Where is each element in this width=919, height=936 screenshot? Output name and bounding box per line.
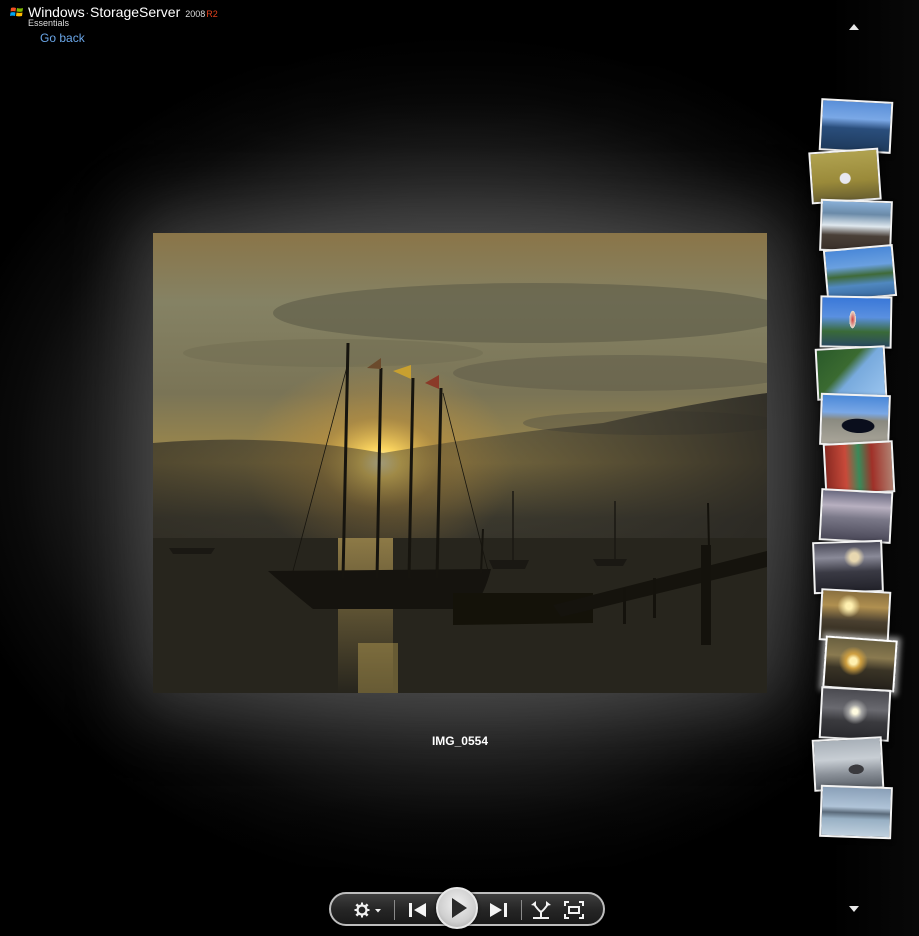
windows-logo-icon	[10, 7, 23, 17]
main-photo-image	[153, 233, 767, 693]
next-button[interactable]	[487, 901, 509, 919]
thumbnail[interactable]	[819, 784, 893, 840]
main-photo	[153, 233, 767, 693]
control-separator	[394, 900, 395, 920]
previous-icon	[409, 903, 426, 917]
settings-gear-icon	[354, 902, 381, 918]
go-back-link[interactable]: Go back	[40, 31, 85, 45]
thumbnail[interactable]	[819, 295, 893, 349]
dropdown-caret-icon	[375, 909, 381, 913]
fullscreen-icon	[564, 901, 584, 919]
photo-caption: IMG_0554	[431, 734, 489, 748]
fullscreen-button[interactable]	[563, 900, 585, 920]
thumbnail[interactable]	[811, 736, 885, 792]
next-icon	[490, 903, 507, 917]
thumbnail-strip	[800, 90, 919, 850]
thumbnail[interactable]	[812, 539, 884, 595]
thumbnail[interactable]	[818, 98, 894, 154]
thumbnail[interactable]	[822, 244, 898, 302]
scroll-up-arrow-icon[interactable]	[849, 24, 859, 30]
settings-button[interactable]	[353, 901, 387, 919]
thumbnail-selected[interactable]	[822, 635, 898, 693]
thumbnail[interactable]	[822, 440, 896, 496]
shuffle-icon	[531, 901, 551, 919]
previous-button[interactable]	[407, 901, 429, 919]
play-icon	[452, 898, 467, 918]
thumbnail[interactable]	[819, 392, 891, 448]
scroll-down-arrow-icon[interactable]	[849, 906, 859, 912]
thumbnail[interactable]	[818, 488, 894, 544]
brand-year: 2008	[185, 9, 206, 19]
brand-release: R2	[206, 9, 218, 19]
brand-header: Windows · StorageServer 2008 R2 Essentia…	[10, 4, 218, 28]
play-button[interactable]	[436, 887, 478, 929]
thumbnail[interactable]	[808, 147, 882, 205]
brand-product: StorageServer	[89, 4, 181, 20]
control-separator	[521, 900, 522, 920]
shuffle-button[interactable]	[530, 900, 552, 920]
brand-separator-dot: ·	[85, 9, 89, 20]
thumbnail[interactable]	[818, 686, 892, 742]
